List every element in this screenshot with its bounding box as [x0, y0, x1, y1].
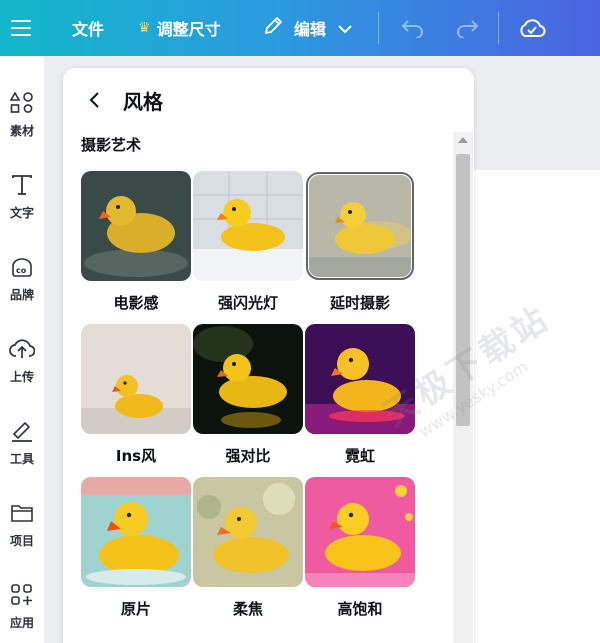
redo-icon[interactable] — [454, 0, 480, 56]
panel-title: 风格 — [123, 90, 163, 114]
scrollbar-thumb[interactable] — [456, 154, 470, 426]
sidebar-item-label: 品牌 — [9, 288, 34, 302]
toolbar-divider — [498, 12, 499, 44]
top-toolbar: 文件 ♛ 调整尺寸 编辑 — [0, 0, 600, 56]
chevron-down-icon — [338, 19, 352, 38]
brand-icon: co — [10, 256, 34, 282]
style-tile-original[interactable] — [81, 477, 191, 587]
style-label: 强闪光灯 — [217, 294, 278, 312]
tools-icon — [10, 420, 34, 446]
style-tile-saturated[interactable] — [305, 477, 415, 587]
edit-menu-button[interactable]: 编辑 — [262, 0, 352, 56]
sidebar-item-label: 文字 — [9, 206, 34, 220]
back-icon[interactable] — [85, 88, 105, 112]
toolbar-divider — [378, 12, 379, 44]
duck-thumbnail-ins — [81, 324, 191, 434]
style-label: Ins风 — [115, 447, 157, 465]
duck-thumbnail-flash — [193, 171, 303, 281]
svg-text:co: co — [16, 266, 27, 275]
sidebar-item-label: 应用 — [9, 616, 34, 630]
file-menu-label: 文件 — [72, 20, 105, 39]
sidebar-item-label: 素材 — [9, 124, 34, 138]
section-title: 摄影艺术 — [81, 136, 142, 154]
cloud-check-icon[interactable] — [518, 0, 546, 56]
style-label: 延时摄影 — [329, 294, 390, 312]
style-tile-neon[interactable] — [305, 324, 415, 434]
pen-icon — [262, 15, 284, 41]
duck-thumbnail-neon — [305, 324, 415, 434]
style-tile-cinematic[interactable] — [81, 171, 191, 281]
style-label: 原片 — [120, 600, 151, 618]
duck-thumbnail-timelapse — [309, 175, 411, 277]
duck-thumbnail-cinematic — [81, 171, 191, 281]
duck-thumbnail-contrast — [193, 324, 303, 434]
file-menu-button[interactable]: 文件 — [72, 0, 104, 56]
sidebar-item-label: 上传 — [9, 370, 34, 384]
crown-icon: ♛ — [138, 20, 151, 36]
left-sidebar: 素材 文字 co 品牌 上传 工具 项目 应用 — [0, 56, 44, 643]
edit-menu-label: 编辑 — [294, 20, 327, 39]
style-label: 高饱和 — [337, 600, 383, 618]
scrollbar[interactable] — [453, 132, 473, 643]
duck-thumbnail-original — [81, 477, 191, 587]
sidebar-item-apps[interactable]: 应用 — [0, 584, 44, 631]
scroll-up-arrow[interactable] — [458, 137, 468, 143]
sidebar-item-brand[interactable]: co 品牌 — [0, 256, 44, 303]
resize-label: 调整尺寸 — [156, 20, 221, 39]
style-label: 柔焦 — [232, 600, 263, 618]
resize-button[interactable]: ♛ 调整尺寸 — [138, 0, 221, 56]
upload-cloud-icon — [9, 338, 36, 364]
style-tile-ins[interactable] — [81, 324, 191, 434]
style-panel: 风格 摄影艺术 电影感 强闪光灯 延时摄影 Ins风 强对比 霓虹 原片 柔焦 … — [63, 68, 474, 643]
menu-icon[interactable] — [10, 0, 34, 56]
sidebar-item-label: 工具 — [9, 452, 34, 466]
style-label: 电影感 — [113, 294, 159, 312]
folder-icon — [10, 502, 34, 528]
style-tile-contrast[interactable] — [193, 324, 303, 434]
sidebar-item-projects[interactable]: 项目 — [0, 502, 44, 549]
shapes-icon — [9, 91, 34, 118]
duck-thumbnail-soft-focus — [193, 477, 303, 587]
text-icon — [11, 174, 33, 200]
apps-icon — [10, 584, 34, 610]
style-label: 强对比 — [225, 447, 271, 465]
sidebar-item-label: 项目 — [9, 534, 34, 548]
style-label: 霓虹 — [344, 447, 375, 465]
duck-thumbnail-saturated — [305, 477, 415, 587]
style-tile-soft-focus[interactable] — [193, 477, 303, 587]
sidebar-item-text[interactable]: 文字 — [0, 174, 44, 221]
sidebar-item-tools[interactable]: 工具 — [0, 420, 44, 467]
sidebar-item-elements[interactable]: 素材 — [0, 91, 44, 139]
style-tile-flash[interactable] — [193, 171, 303, 281]
sidebar-item-upload[interactable]: 上传 — [0, 338, 44, 385]
undo-icon[interactable] — [400, 0, 426, 56]
style-tile-timelapse[interactable] — [306, 172, 414, 280]
design-canvas[interactable] — [474, 170, 600, 643]
